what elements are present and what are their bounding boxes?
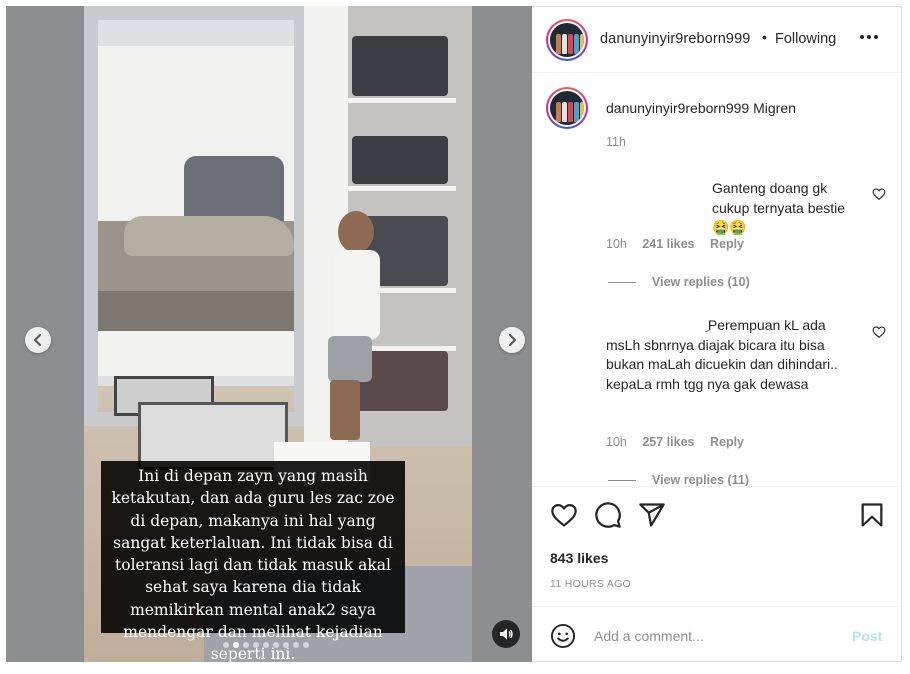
comments-list[interactable]: danunyinyir9reborn999 Migren 11h Ganteng… bbox=[532, 74, 901, 486]
scene-child-shorts bbox=[328, 336, 372, 382]
post-timestamp[interactable]: 11 HOURS AGO bbox=[550, 578, 631, 590]
carousel-dot bbox=[223, 642, 229, 648]
comment-text: Ganteng doang gk cukup ternyata bestie 🤮… bbox=[606, 179, 856, 238]
avatar-figure bbox=[568, 34, 573, 54]
carousel-dot bbox=[293, 642, 299, 648]
carousel-dot bbox=[303, 642, 309, 648]
post-actions: 843 likes 11 HOURS AGO bbox=[532, 486, 901, 606]
scene-shelf bbox=[346, 98, 456, 103]
avatar-figure bbox=[574, 102, 579, 122]
view-replies-button[interactable]: View replies (10) bbox=[608, 275, 750, 289]
carousel-indicator bbox=[223, 642, 309, 648]
post-caption: danunyinyir9reborn999 Migren bbox=[606, 99, 796, 119]
carousel-dot bbox=[273, 642, 279, 648]
comment-icon[interactable] bbox=[594, 501, 622, 529]
scene-basket bbox=[138, 402, 288, 470]
comment-text-body: ِ Perempuan kL ada msLh sbnrnya diajak b… bbox=[606, 317, 838, 392]
post-media[interactable]: Ini di depan zayn yang masih ketakutan, … bbox=[6, 6, 532, 662]
comment-time: 10h bbox=[606, 237, 627, 251]
more-options-icon[interactable] bbox=[860, 33, 880, 41]
carousel-dot bbox=[253, 642, 259, 648]
comment-like-heart-icon[interactable] bbox=[872, 187, 886, 201]
avatar-ring bbox=[548, 21, 586, 59]
comment-meta: 10h 241 likes Reply bbox=[606, 237, 744, 251]
scene-child-head bbox=[338, 211, 374, 253]
avatar-image bbox=[550, 91, 584, 125]
view-replies-button[interactable]: View replies (11) bbox=[608, 473, 749, 486]
comment-meta: 10h 257 likes Reply bbox=[606, 435, 744, 449]
carousel-dot bbox=[233, 642, 239, 648]
view-replies-line bbox=[608, 281, 636, 283]
view-replies-label: View replies (10) bbox=[652, 275, 750, 289]
caption-text: Migren bbox=[753, 100, 796, 116]
avatar-figure bbox=[580, 34, 584, 54]
comment-text: ِ Perempuan kL ada msLh sbnrnya diajak b… bbox=[606, 316, 856, 394]
avatar-figure bbox=[556, 34, 561, 54]
comment-like-heart-icon[interactable] bbox=[872, 325, 886, 339]
audio-toggle-button[interactable] bbox=[492, 620, 520, 648]
avatar-figure bbox=[574, 34, 579, 54]
comment-reply-button[interactable]: Reply bbox=[710, 237, 744, 251]
likes-count[interactable]: 843 likes bbox=[550, 550, 608, 566]
heart-icon[interactable] bbox=[550, 501, 578, 529]
chevron-left-icon bbox=[34, 334, 41, 346]
avatar-image bbox=[550, 23, 584, 57]
bookmark-icon[interactable] bbox=[858, 501, 886, 529]
avatar-figure bbox=[562, 102, 567, 122]
paper-plane-icon[interactable] bbox=[638, 501, 666, 529]
carousel-dot bbox=[283, 642, 289, 648]
add-comment-bar: Post bbox=[532, 606, 901, 663]
comment-reply-button[interactable]: Reply bbox=[710, 435, 744, 449]
scene-clothes bbox=[352, 136, 448, 184]
comment-input[interactable] bbox=[594, 625, 834, 647]
carousel-dot bbox=[263, 642, 269, 648]
previous-media-button[interactable] bbox=[25, 327, 51, 353]
following-button[interactable]: Following bbox=[775, 31, 836, 47]
avatar-figure bbox=[580, 102, 584, 122]
header-separator: • bbox=[762, 29, 767, 45]
caption-time: 11h bbox=[606, 135, 626, 149]
smiley-icon[interactable] bbox=[550, 623, 576, 649]
speaker-icon bbox=[500, 628, 513, 640]
scene-door-frame bbox=[84, 6, 334, 426]
avatar-figure bbox=[556, 102, 561, 122]
view-replies-line bbox=[608, 479, 636, 481]
comment-likes[interactable]: 257 likes bbox=[642, 435, 694, 449]
scene-child-legs bbox=[330, 380, 360, 440]
avatar-figure bbox=[568, 102, 573, 122]
post-comment-button[interactable]: Post bbox=[852, 628, 882, 644]
comment-likes[interactable]: 241 likes bbox=[642, 237, 694, 251]
author-username[interactable]: danunyinyir9reborn999 bbox=[600, 31, 758, 47]
comment-text-body: Ganteng doang gk cukup ternyata bestie 🤮… bbox=[712, 180, 846, 235]
chevron-right-icon bbox=[509, 334, 516, 346]
carousel-dot bbox=[243, 642, 249, 648]
post-detail-panel: danunyinyir9reborn999 • Following danuny… bbox=[532, 6, 902, 662]
video-caption-text: Ini di depan zayn yang masih ketakutan, … bbox=[101, 461, 405, 662]
caption-username[interactable]: danunyinyir9reborn999 bbox=[606, 100, 749, 116]
avatar-figure bbox=[562, 34, 567, 54]
scene-child-shirt bbox=[334, 250, 380, 340]
caption-author-avatar[interactable] bbox=[546, 87, 588, 129]
scene-clothes bbox=[352, 36, 448, 96]
view-replies-label: View replies (11) bbox=[652, 473, 750, 486]
author-avatar[interactable] bbox=[546, 19, 588, 61]
next-media-button[interactable] bbox=[499, 327, 525, 353]
scene-shelf bbox=[346, 186, 456, 191]
avatar-ring bbox=[548, 89, 586, 127]
comment-time: 10h bbox=[606, 435, 627, 449]
post-header: danunyinyir9reborn999 • Following bbox=[532, 7, 901, 73]
